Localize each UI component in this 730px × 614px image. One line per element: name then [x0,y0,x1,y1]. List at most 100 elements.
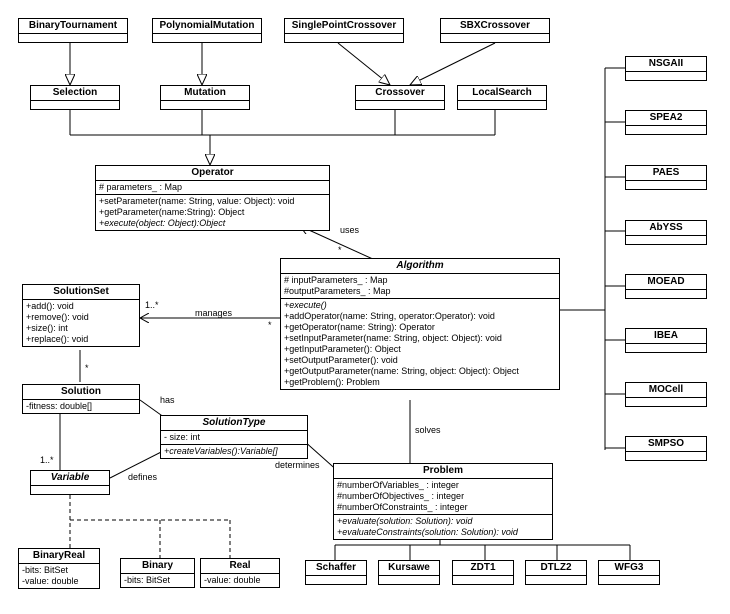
title: MOCell [626,383,706,398]
op: +evaluateConstraints(solution: Solution)… [337,527,549,538]
attr: #numberOfConstraints_ : integer [337,502,549,513]
title: Kursawe [379,561,439,576]
uml-diagram: BinaryTournament PolynomialMutation Sing… [0,0,730,614]
title: Schaffer [306,561,366,576]
op: +addOperator(name: String, operator:Oper… [284,311,556,322]
title: PolynomialMutation [153,19,261,34]
attr: -bits: BitSet [22,565,96,576]
title: Variable [31,471,109,486]
class-binarytournament: BinaryTournament [18,18,128,43]
class-smpso: SMPSO [625,436,707,461]
class-moead: MOEAD [625,274,707,299]
op: +remove(): void [26,312,136,323]
attr: -fitness: double[] [23,400,139,413]
attr: # inputParameters_ : Map [284,275,556,286]
title: Binary [121,559,194,574]
op: +getParameter(name:String): Object [99,207,326,218]
title: ZDT1 [453,561,513,576]
class-wfg3: WFG3 [598,560,660,585]
op: +execute(object: Object):Object [99,218,326,229]
title: MOEAD [626,275,706,290]
title: Crossover [356,86,444,101]
title: SMPSO [626,437,706,452]
title: SolutionType [161,416,307,431]
title: BinaryReal [19,549,99,564]
class-ibea: IBEA [625,328,707,353]
attr: - size: int [161,431,307,445]
attr: -value: double [201,574,279,587]
class-paes: PAES [625,165,707,190]
class-mutation: Mutation [160,85,250,110]
op: +add(): void [26,301,136,312]
title: IBEA [626,329,706,344]
op: +getOperator(name: String): Operator [284,322,556,333]
title: WFG3 [599,561,659,576]
attr: #outputParameters_ : Map [284,286,556,297]
title: AbYSS [626,221,706,236]
class-nsgaii: NSGAII [625,56,707,81]
class-mocell: MOCell [625,382,707,407]
label-uses: uses [340,225,359,235]
title: NSGAII [626,57,706,72]
class-algorithm: Algorithm # inputParameters_ : Map #outp… [280,258,560,390]
class-localsearch: LocalSearch [457,85,547,110]
title: DTLZ2 [526,561,586,576]
class-abyss: AbYSS [625,220,707,245]
label-has: has [160,395,175,405]
class-selection: Selection [30,85,120,110]
title: SolutionSet [23,285,139,300]
op: +createVariables():Variable[] [161,445,307,458]
class-schaffer: Schaffer [305,560,367,585]
class-zdt1: ZDT1 [452,560,514,585]
mult-star: * [338,245,342,255]
op: +replace(): void [26,334,136,345]
attr: -value: double [22,576,96,587]
attr: #numberOfVariables_ : integer [337,480,549,491]
title: Mutation [161,86,249,101]
title: Algorithm [281,259,559,274]
title: PAES [626,166,706,181]
label-defines: defines [128,472,157,482]
class-binaryreal: BinaryReal -bits: BitSet -value: double [18,548,100,589]
class-problem: Problem #numberOfVariables_ : integer #n… [333,463,553,540]
class-singlepointcrossover: SinglePointCrossover [284,18,404,43]
class-sbxcrossover: SBXCrossover [440,18,550,43]
mult-1star: 1..* [145,300,159,310]
mult-star: * [85,363,89,373]
op: +getProblem(): Problem [284,377,556,388]
op: +setOutputParameter(): void [284,355,556,366]
op: +setParameter(name: String, value: Objec… [99,196,326,207]
title: LocalSearch [458,86,546,101]
mult-star: * [268,320,272,330]
op: +setInputParameter(name: String, object:… [284,333,556,344]
mult-1star: 1..* [40,455,54,465]
class-kursawe: Kursawe [378,560,440,585]
label-solves: solves [415,425,441,435]
class-solutiontype: SolutionType - size: int +createVariable… [160,415,308,459]
op: +getOutputParameter(name: String, object… [284,366,556,377]
title: SinglePointCrossover [285,19,403,34]
attr: -bits: BitSet [121,574,194,587]
class-solution: Solution -fitness: double[] [22,384,140,414]
class-operator: Operator # parameters_ : Map +setParamet… [95,165,330,231]
attr: # parameters_ : Map [96,181,329,195]
title: Problem [334,464,552,479]
class-polynomialmutation: PolynomialMutation [152,18,262,43]
op: +evaluate(solution: Solution): void [337,516,549,527]
op: +size(): int [26,323,136,334]
class-dtlz2: DTLZ2 [525,560,587,585]
class-spea2: SPEA2 [625,110,707,135]
label-manages: manages [195,308,232,318]
class-binary: Binary -bits: BitSet [120,558,195,588]
attr: #numberOfObjectives_ : integer [337,491,549,502]
title: Operator [96,166,329,181]
title: Solution [23,385,139,400]
class-crossover: Crossover [355,85,445,110]
label-determines: determines [275,460,320,470]
title: Real [201,559,279,574]
title: BinaryTournament [19,19,127,34]
op: +getInputParameter(): Object [284,344,556,355]
title: SPEA2 [626,111,706,126]
class-solutionset: SolutionSet +add(): void +remove(): void… [22,284,140,347]
class-real: Real -value: double [200,558,280,588]
